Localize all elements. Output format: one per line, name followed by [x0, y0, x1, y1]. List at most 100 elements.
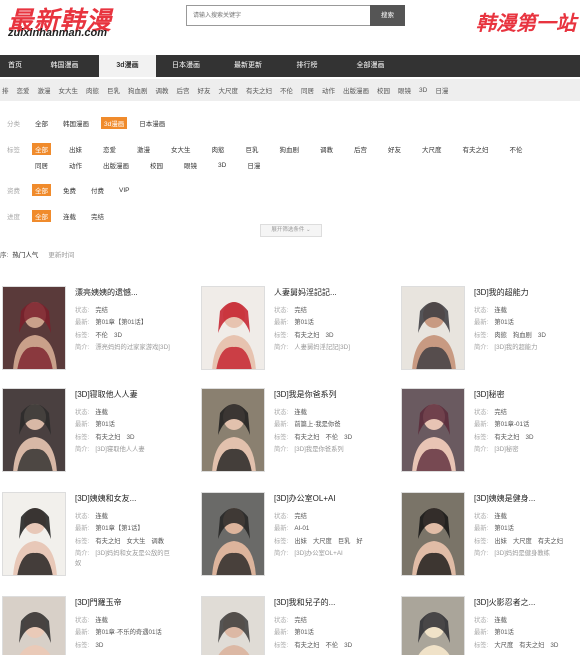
- comic-tag[interactable]: 出妹: [494, 538, 507, 545]
- filter-option[interactable]: 调教: [317, 143, 336, 155]
- comic-tag[interactable]: 女大生: [127, 538, 146, 545]
- filter-option[interactable]: 肉慾: [209, 143, 228, 155]
- filter-option[interactable]: 校园: [147, 159, 166, 171]
- sort-hot-link[interactable]: 热门人气: [12, 249, 38, 259]
- tag-nav-item[interactable]: 狗血剧: [128, 85, 148, 95]
- comic-title[interactable]: [3D]姨姨是健身...: [474, 493, 574, 504]
- tag-nav-item[interactable]: 3D: [419, 87, 427, 94]
- filter-option[interactable]: 日本漫画: [136, 117, 168, 129]
- comic-title[interactable]: [3D]我是你爸系列: [274, 389, 374, 400]
- comic-card[interactable]: [3D]秘密 状态: 完结 最新: 第01章-01话 标签: 有夫之妇 3D 简介: [3D]秘密: [401, 388, 576, 478]
- main-nav-item[interactable]: 排行榜: [280, 55, 334, 77]
- comic-tag[interactable]: 不伦: [95, 332, 108, 339]
- comic-tag[interactable]: 有夫之妇: [294, 642, 319, 649]
- comic-cover-image[interactable]: [401, 492, 465, 576]
- comic-cover-image[interactable]: [201, 492, 265, 576]
- comic-tag[interactable]: 有夫之妇: [538, 538, 563, 545]
- comic-cover-image[interactable]: [201, 388, 265, 472]
- comic-cover-image[interactable]: [2, 492, 66, 576]
- comic-cover-image[interactable]: [401, 286, 465, 370]
- tag-nav-item[interactable]: 同居: [301, 85, 314, 95]
- comic-tag[interactable]: 有夫之妇: [519, 642, 544, 649]
- expand-filter-button[interactable]: 展开筛选条件 ⌄: [260, 224, 322, 237]
- tag-nav-item[interactable]: 眼镜: [398, 85, 411, 95]
- filter-option[interactable]: 后宫: [351, 143, 370, 155]
- filter-option[interactable]: 女大生: [168, 143, 194, 155]
- comic-tag[interactable]: 3D: [344, 434, 352, 441]
- filter-option[interactable]: 连载: [60, 210, 79, 222]
- main-nav-item[interactable]: 日本漫画: [156, 55, 216, 77]
- comic-title[interactable]: [3D]火影忍者之...: [474, 597, 574, 608]
- comic-cover-image[interactable]: [2, 596, 66, 655]
- tag-nav-item[interactable]: 后宫: [177, 85, 190, 95]
- comic-tag[interactable]: 有夫之妇: [294, 332, 319, 339]
- search-button[interactable]: 搜索: [370, 5, 405, 26]
- comic-card[interactable]: 漂亮姨姨的遗憾... 状态: 完结 最新: 第01章【第01话】 标签: 不伦 3D 简介: 漂亮…: [2, 286, 177, 376]
- comic-cover-image[interactable]: [401, 388, 465, 472]
- tag-nav-item[interactable]: 好友: [198, 85, 211, 95]
- comic-tag[interactable]: 有夫之妇: [494, 434, 519, 441]
- tag-nav-item[interactable]: 校园: [377, 85, 390, 95]
- comic-tag[interactable]: 狗血剧: [513, 332, 532, 339]
- filter-option[interactable]: 恋爱: [100, 143, 119, 155]
- filter-option[interactable]: 大尺度: [419, 143, 445, 155]
- comic-card[interactable]: [3D]門羅玉帝 状态: 连载 最新: 第01章·不乐的奇遇01话 标签: 3D: [2, 596, 177, 655]
- filter-option[interactable]: 全部: [32, 143, 51, 155]
- filter-option[interactable]: 韩国漫画: [60, 117, 92, 129]
- comic-tag[interactable]: 大尺度: [513, 538, 532, 545]
- comic-tag[interactable]: 有夫之妇: [95, 434, 120, 441]
- comic-title[interactable]: [3D]姨姨和女友...: [75, 493, 175, 504]
- tag-nav-item[interactable]: 有夫之妇: [246, 85, 272, 95]
- comic-cover-image[interactable]: [201, 596, 265, 655]
- comic-card[interactable]: [3D]姨姨是健身... 状态: 连载 最新: 第01话 标签: 出妹 大尺度 有夫之妇 简介: […: [401, 492, 576, 582]
- comic-tag[interactable]: 不伦: [326, 434, 339, 441]
- comic-card[interactable]: [3D]姨姨和女友... 状态: 连载 最新: 第01章【第1话】 标签: 有夫之妇 女大生调…: [2, 492, 177, 582]
- filter-option[interactable]: 完结: [88, 210, 107, 222]
- filter-option[interactable]: 激漫: [134, 143, 153, 155]
- comic-cover-image[interactable]: [2, 286, 66, 370]
- comic-tag[interactable]: 出妹: [294, 538, 307, 545]
- comic-title[interactable]: [3D]門羅玉帝: [75, 597, 175, 608]
- filter-option[interactable]: 全部: [32, 117, 51, 129]
- main-nav-item[interactable]: 3d漫画: [99, 55, 156, 77]
- filter-option[interactable]: 付费: [88, 184, 107, 196]
- tag-nav-item[interactable]: 巨乳: [107, 85, 120, 95]
- sort-recent-link[interactable]: 更新时间: [48, 249, 74, 259]
- tag-nav-item[interactable]: 出版漫画: [343, 85, 369, 95]
- comic-card[interactable]: [3D]办公室OL+AI 状态: 完结 最新: AI-01 标签: 出妹 大尺度 巨乳好简介: […: [201, 492, 376, 582]
- comic-tag[interactable]: 3D: [344, 642, 352, 649]
- tag-nav-item[interactable]: 调教: [156, 85, 169, 95]
- comic-tag[interactable]: 肉慾: [494, 332, 507, 339]
- main-nav-item[interactable]: 韩国漫画: [30, 55, 99, 77]
- comic-tag[interactable]: 3D: [114, 332, 122, 339]
- comic-tag[interactable]: 3D: [326, 332, 334, 339]
- comic-title[interactable]: [3D]秘密: [474, 389, 574, 400]
- comic-tag[interactable]: 3D: [95, 642, 103, 649]
- comic-tag[interactable]: 大尺度: [313, 538, 332, 545]
- filter-option[interactable]: 出版漫画: [100, 159, 132, 171]
- search-input[interactable]: [186, 5, 371, 26]
- tag-nav-item[interactable]: 恋爱: [17, 85, 30, 95]
- tag-nav-item[interactable]: 大尺度: [219, 85, 239, 95]
- comic-tag[interactable]: 好: [356, 538, 362, 545]
- tag-nav-item[interactable]: 排: [2, 85, 9, 95]
- comic-tag[interactable]: 3D: [526, 434, 534, 441]
- comic-card[interactable]: 人妻舅妈淫記記... 状态: 完结 最新: 第01话 标签: 有夫之妇 3D 简介: 人妻舅妈淫記…: [201, 286, 376, 376]
- comic-title[interactable]: [3D]办公室OL+AI: [274, 493, 374, 504]
- filter-option[interactable]: 同居: [32, 159, 51, 171]
- main-nav-item[interactable]: 首页: [0, 55, 30, 77]
- filter-option[interactable]: 不伦: [507, 143, 526, 155]
- comic-cover-image[interactable]: [401, 596, 465, 655]
- comic-title[interactable]: 人妻舅妈淫記記...: [274, 287, 374, 298]
- main-nav-item[interactable]: 最新更新: [216, 55, 280, 77]
- comic-card[interactable]: [3D]寝取他人人妻 状态: 连载 最新: 第01话 标签: 有夫之妇 3D 简介: [3D]寝取…: [2, 388, 177, 478]
- comic-title[interactable]: [3D]寝取他人人妻: [75, 389, 175, 400]
- tag-nav-item[interactable]: 动作: [322, 85, 335, 95]
- comic-title[interactable]: [3D]我和兒子的...: [274, 597, 374, 608]
- comic-card[interactable]: [3D]我的超能力 状态: 连载 最新: 第01话 标签: 肉慾 狗血剧 3D 简介: [3D]我的…: [401, 286, 576, 376]
- filter-option[interactable]: 3d漫画: [101, 117, 128, 129]
- comic-tag[interactable]: 有夫之妇: [95, 538, 120, 545]
- tag-nav-item[interactable]: 激漫: [38, 85, 51, 95]
- main-nav-item[interactable]: 全部漫画: [334, 55, 407, 77]
- comic-title[interactable]: [3D]我的超能力: [474, 287, 574, 298]
